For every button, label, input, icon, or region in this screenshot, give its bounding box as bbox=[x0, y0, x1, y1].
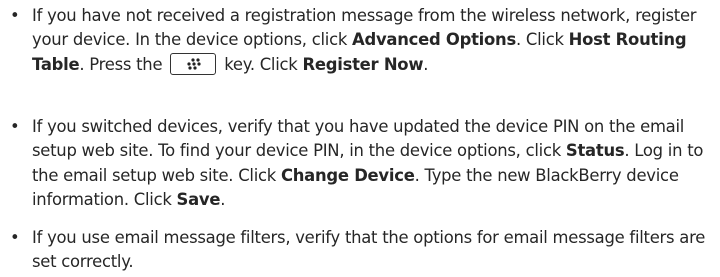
bold-term-save: Save bbox=[176, 190, 221, 210]
text-segment: . bbox=[220, 190, 226, 210]
list-item: • If you use email message filters, veri… bbox=[10, 226, 710, 275]
list-item: • If you switched devices, verify that y… bbox=[10, 115, 710, 213]
text-segment: key. Click bbox=[219, 54, 303, 74]
bold-term-advanced-options: Advanced Options bbox=[352, 30, 516, 50]
list-item-text: If you use email message filters, verify… bbox=[32, 226, 710, 275]
list-item: • If you have not received a registratio… bbox=[10, 4, 710, 77]
bold-term-register-now: Register Now bbox=[302, 54, 424, 74]
bullet-dot: • bbox=[10, 117, 20, 136]
menu-key-icon bbox=[170, 52, 217, 75]
bold-term-change-device: Change Device bbox=[280, 165, 415, 185]
list-item-text: If you switched devices, verify that you… bbox=[32, 115, 710, 213]
bold-term-status: Status bbox=[565, 141, 625, 161]
menu-key-glyph bbox=[187, 58, 201, 70]
bullet-dot: • bbox=[10, 228, 20, 247]
text-segment: . Click bbox=[515, 30, 569, 50]
list-item-text: If you have not received a registration … bbox=[32, 4, 710, 77]
help-page: • If you have not received a registratio… bbox=[0, 0, 720, 277]
bullet-dot: • bbox=[10, 6, 20, 25]
text-segment: . bbox=[423, 54, 429, 74]
text-segment: If you use email message filters, verify… bbox=[32, 228, 706, 272]
text-segment: . Press the bbox=[79, 54, 168, 74]
